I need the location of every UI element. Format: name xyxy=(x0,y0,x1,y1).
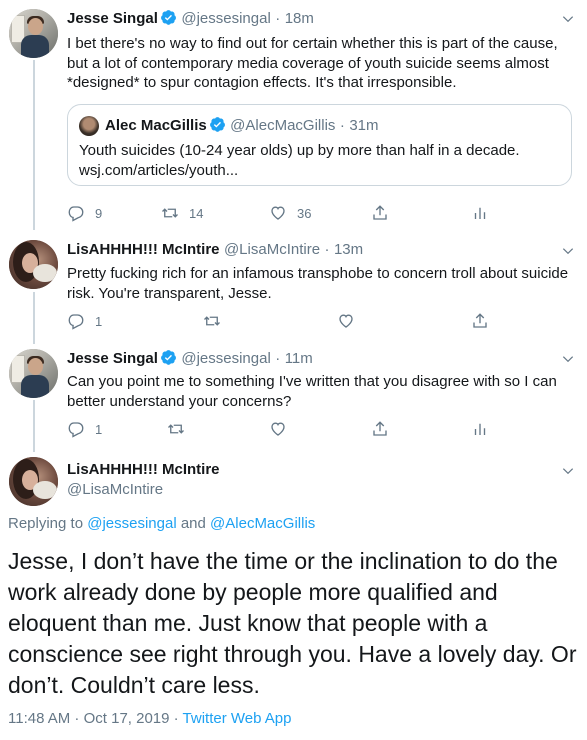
quote-text: Youth suicides (10-24 year olds) up by m… xyxy=(79,142,520,159)
like-icon xyxy=(269,204,287,222)
reply-icon xyxy=(67,312,85,330)
reply-count: 1 xyxy=(95,313,103,329)
chevron-down-icon[interactable] xyxy=(561,352,575,366)
quote-author-name: Alec MacGillis xyxy=(105,117,207,134)
like-button[interactable]: 36 xyxy=(269,203,311,223)
quote-author-handle: @AlecMacGillis xyxy=(230,117,336,134)
author-name[interactable]: Jesse Singal xyxy=(67,10,158,27)
replying-and: and xyxy=(180,515,206,532)
share-icon xyxy=(471,312,489,330)
analytics-icon xyxy=(471,420,489,438)
separator: · xyxy=(275,350,281,367)
thread-line xyxy=(33,60,35,230)
reply-button[interactable]: 1 xyxy=(67,419,102,439)
tweet-time[interactable]: 18m xyxy=(285,10,314,27)
like-icon xyxy=(337,312,355,330)
retweet-button[interactable] xyxy=(203,311,221,331)
replying-to: Replying to @jessesingal and @AlecMacGil… xyxy=(8,515,315,532)
share-button[interactable] xyxy=(371,419,389,439)
quote-link[interactable]: wsj.com/articles/youth... xyxy=(79,161,559,181)
reply-count: 1 xyxy=(95,421,103,437)
tweet-text: Can you point me to something I've writt… xyxy=(67,373,557,410)
avatar[interactable] xyxy=(9,240,58,289)
verified-icon xyxy=(209,116,226,133)
chevron-down-icon[interactable] xyxy=(561,464,575,478)
retweet-count: 14 xyxy=(189,205,204,221)
like-button[interactable] xyxy=(269,419,287,439)
analytics-icon xyxy=(471,204,489,222)
share-icon xyxy=(371,420,389,438)
author-name[interactable]: Jesse Singal xyxy=(67,350,158,367)
retweet-button[interactable]: 14 xyxy=(161,203,203,223)
tweet-time[interactable]: 11m xyxy=(285,350,313,367)
avatar[interactable] xyxy=(9,349,58,398)
author-name[interactable]: LisAHHHH!!! McIntire xyxy=(67,241,220,258)
retweet-icon xyxy=(161,204,179,222)
like-icon xyxy=(269,420,287,438)
separator: · xyxy=(275,10,281,27)
analytics-button[interactable] xyxy=(471,203,489,223)
reply-button[interactable]: 1 xyxy=(67,311,102,331)
retweet-icon xyxy=(167,420,185,438)
like-count: 36 xyxy=(297,205,312,221)
quote-time: 31m xyxy=(349,117,379,134)
author-handle[interactable]: @jessesingal xyxy=(181,350,270,367)
verified-icon xyxy=(160,9,177,26)
author-handle[interactable]: @LisaMcIntire xyxy=(67,481,220,498)
tweet-text: I bet there's no way to find out for cer… xyxy=(67,35,558,91)
reply-icon xyxy=(67,204,85,222)
thread-line xyxy=(33,400,35,452)
replying-to-link[interactable]: @AlecMacGillis xyxy=(210,515,315,532)
quoted-tweet[interactable]: Alec MacGillis @AlecMacGillis · 31m Yout… xyxy=(67,104,572,186)
author-handle[interactable]: @LisaMcIntire xyxy=(224,241,320,258)
avatar[interactable] xyxy=(9,9,58,58)
share-button[interactable] xyxy=(471,311,489,331)
avatar xyxy=(79,116,99,136)
author-handle[interactable]: @jessesingal xyxy=(181,10,270,27)
thread-line xyxy=(33,292,35,344)
separator: · xyxy=(339,117,345,134)
tweet-time[interactable]: 13m xyxy=(334,241,363,258)
verified-icon xyxy=(160,349,177,366)
author-name[interactable]: LisAHHHH!!! McIntire xyxy=(67,461,220,478)
share-button[interactable] xyxy=(371,203,389,223)
tweet-text: Jesse, I don’t have the time or the incl… xyxy=(8,548,577,698)
avatar[interactable] xyxy=(9,457,58,506)
timestamp[interactable]: 11:48 AM · Oct 17, 2019 · xyxy=(8,710,183,727)
retweet-icon xyxy=(203,312,221,330)
reply-icon xyxy=(67,420,85,438)
share-icon xyxy=(371,204,389,222)
source-link[interactable]: Twitter Web App xyxy=(183,710,292,727)
separator: · xyxy=(324,241,330,258)
chevron-down-icon[interactable] xyxy=(561,12,575,26)
chevron-down-icon[interactable] xyxy=(561,244,575,258)
reply-button[interactable]: 9 xyxy=(67,203,102,223)
reply-count: 9 xyxy=(95,205,103,221)
replying-prefix: Replying to xyxy=(8,515,84,532)
like-button[interactable] xyxy=(337,311,355,331)
retweet-button[interactable] xyxy=(167,419,185,439)
tweet-text: Pretty fucking rich for an infamous tran… xyxy=(67,265,569,302)
replying-to-link[interactable]: @jessesingal xyxy=(87,515,176,532)
analytics-button[interactable] xyxy=(471,419,489,439)
tweet-meta: 11:48 AM · Oct 17, 2019 · Twitter Web Ap… xyxy=(8,710,292,727)
